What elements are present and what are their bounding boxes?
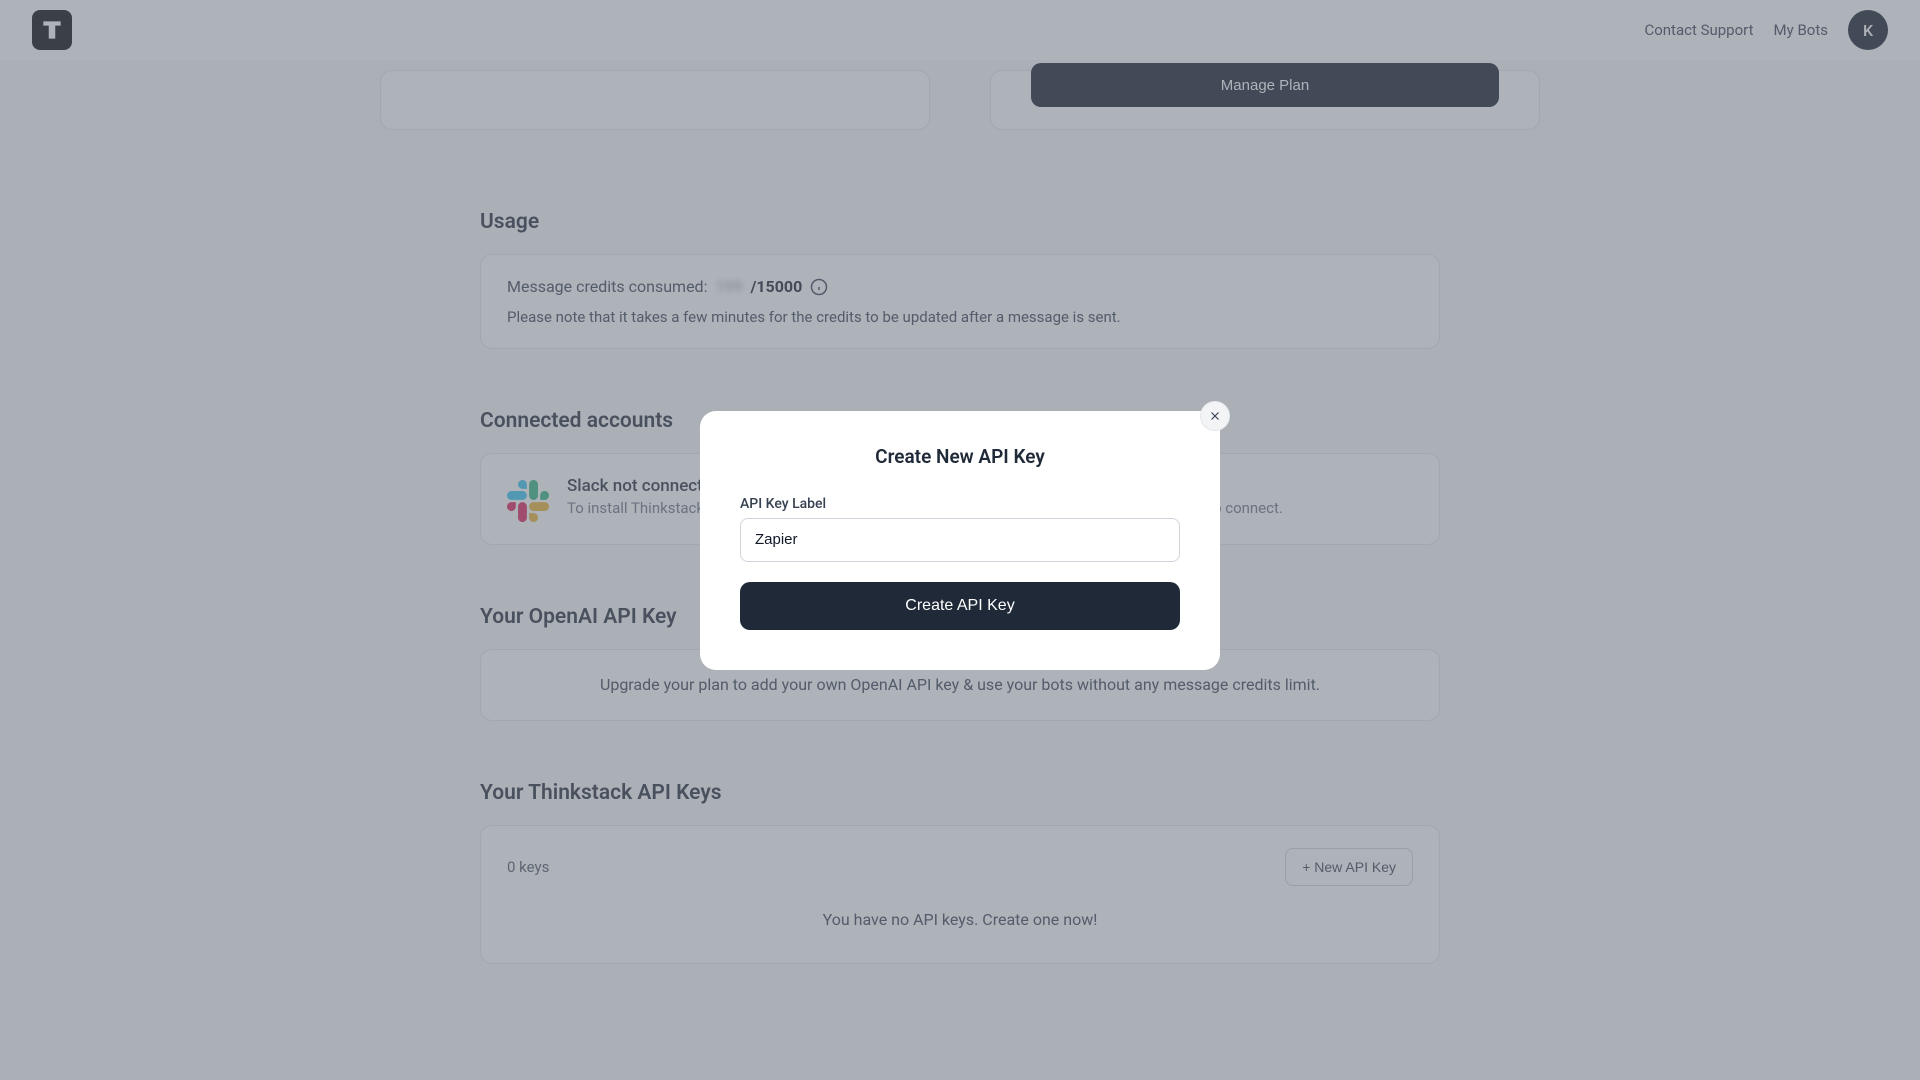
create-api-key-modal: Create New API Key API Key Label Create … bbox=[700, 411, 1220, 670]
create-api-key-button[interactable]: Create API Key bbox=[740, 582, 1180, 630]
close-icon bbox=[1208, 409, 1222, 423]
api-key-label-input[interactable] bbox=[740, 518, 1180, 562]
modal-overlay[interactable]: Create New API Key API Key Label Create … bbox=[0, 0, 1920, 1080]
api-key-label-label: API Key Label bbox=[740, 496, 1180, 512]
modal-title: Create New API Key bbox=[740, 445, 1180, 468]
modal-close-button[interactable] bbox=[1200, 401, 1230, 431]
